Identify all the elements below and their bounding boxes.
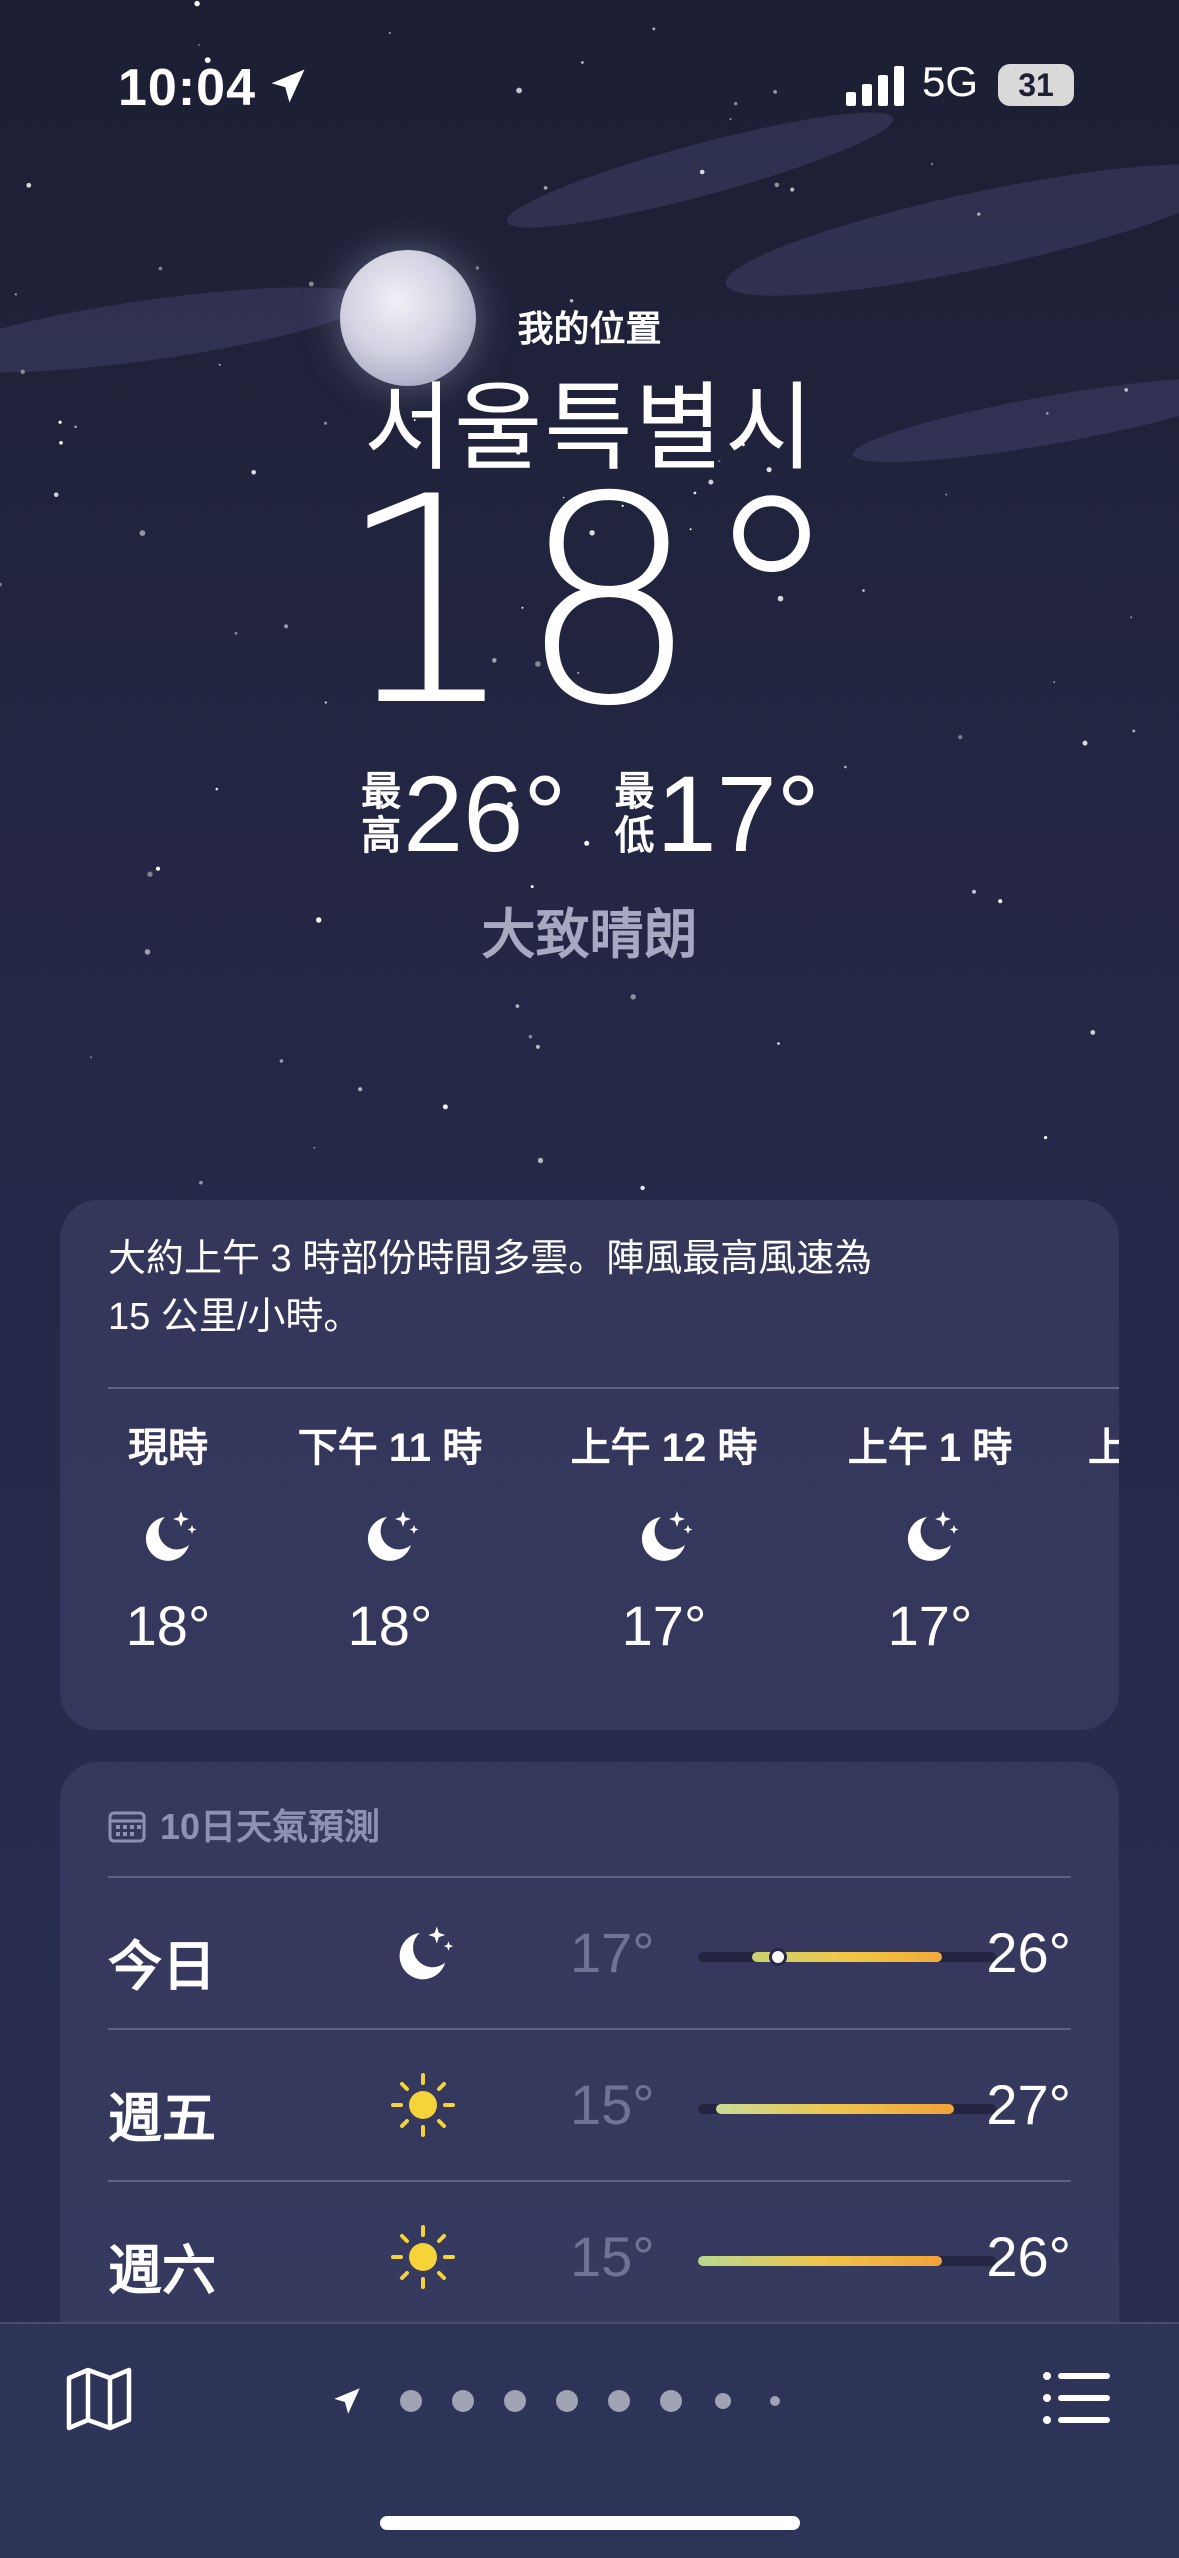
current-temp-marker (769, 1948, 788, 1966)
calendar-icon (108, 1811, 146, 1843)
hourly-forecast-card[interactable]: 大約上午 3 時部份時間多雲。陣風最高風速為 15 公里/小時。 現時 18° … (60, 1200, 1119, 1730)
temperature-range-fill (698, 2256, 943, 2266)
weather-condition: 大致晴朗 (481, 905, 698, 965)
location-label: 我的位置 (517, 308, 662, 349)
home-indicator[interactable] (380, 2516, 800, 2530)
low-label: 最低 (614, 770, 655, 858)
battery-icon: 31 (998, 64, 1074, 106)
moon-stars-icon (399, 1926, 454, 1980)
high-label: 最高 (361, 770, 402, 858)
page-dot (608, 2390, 630, 2412)
hourly-scroll[interactable]: 現時 18° 下午 11 時 18° 上午 12 時 17° 上午 1 時 17… (60, 1415, 1119, 1715)
location-arrow-icon (271, 69, 305, 103)
moon-stars-icon (907, 1511, 959, 1561)
temperature-range-fill (715, 2104, 955, 2114)
hour-item: 上 (1088, 1426, 1119, 1470)
map-icon[interactable] (64, 2366, 134, 2432)
low-temp: 15° (570, 2073, 655, 2136)
forecast-header: 10日天氣預測 (108, 1798, 380, 1850)
temperature-range-bar (698, 2104, 996, 2114)
page-indicator[interactable] (330, 2384, 850, 2414)
low-temp: 17° (570, 1921, 655, 1984)
hour-item: 下午 11 時 18° (297, 1426, 483, 1657)
forecast-summary: 大約上午 3 時部份時間多雲。陣風最高風速為 15 公里/小時。 (108, 1238, 873, 1338)
high-temp: 27° (986, 2073, 1071, 2136)
list-icon[interactable] (1042, 2370, 1112, 2426)
current-temperature: 18° (336, 437, 843, 769)
page-dot (715, 2393, 731, 2409)
sun-icon (391, 2073, 455, 2137)
moon-stars-icon (145, 1511, 197, 1561)
temperature-range-bar (698, 2256, 996, 2266)
cellular-signal-icon (846, 66, 904, 106)
temperature-range-bar (698, 1948, 996, 1966)
high-temp: 26° (403, 753, 567, 874)
forecast-row[interactable]: 週六 15° 26° (108, 2182, 1071, 2332)
page-dot (770, 2396, 780, 2406)
hour-item: 現時 18° (125, 1426, 211, 1657)
high-low-temperatures: 最高26° 最低17° (0, 760, 1179, 868)
page-dot (452, 2390, 474, 2412)
hour-item: 上午 1 時 17° (847, 1426, 1013, 1657)
forecast-title: 10日天氣預測 (160, 1806, 381, 1847)
page-dot (504, 2390, 526, 2412)
forecast-row[interactable]: 週五 15° 27° (108, 2030, 1071, 2180)
page-dot (400, 2390, 422, 2412)
location-arrow-icon (334, 2388, 360, 2414)
moon-stars-icon (641, 1511, 693, 1561)
high-temp: 26° (986, 2225, 1071, 2288)
divider (108, 1387, 1119, 1389)
low-temp: 15° (570, 2225, 655, 2288)
clock: 10:04 (118, 59, 256, 117)
page-dot (556, 2390, 578, 2412)
network-type: 5G (922, 58, 979, 105)
moon-stars-icon (367, 1511, 419, 1561)
status-bar: 10:04 5G 31 (0, 0, 1179, 170)
sun-icon (391, 2225, 455, 2289)
hour-item: 上午 12 時 17° (570, 1426, 758, 1657)
bottom-toolbar (0, 2322, 1179, 2558)
high-temp: 26° (986, 1921, 1071, 1984)
forecast-row[interactable]: 今日 17° 26° (108, 1878, 1071, 2028)
low-temp: 17° (656, 753, 820, 874)
page-dot (660, 2390, 682, 2412)
ten-day-forecast-card[interactable]: 10日天氣預測 今日 17° 26° 週五 15° 27° 週六 15° 26° (60, 1762, 1119, 2362)
